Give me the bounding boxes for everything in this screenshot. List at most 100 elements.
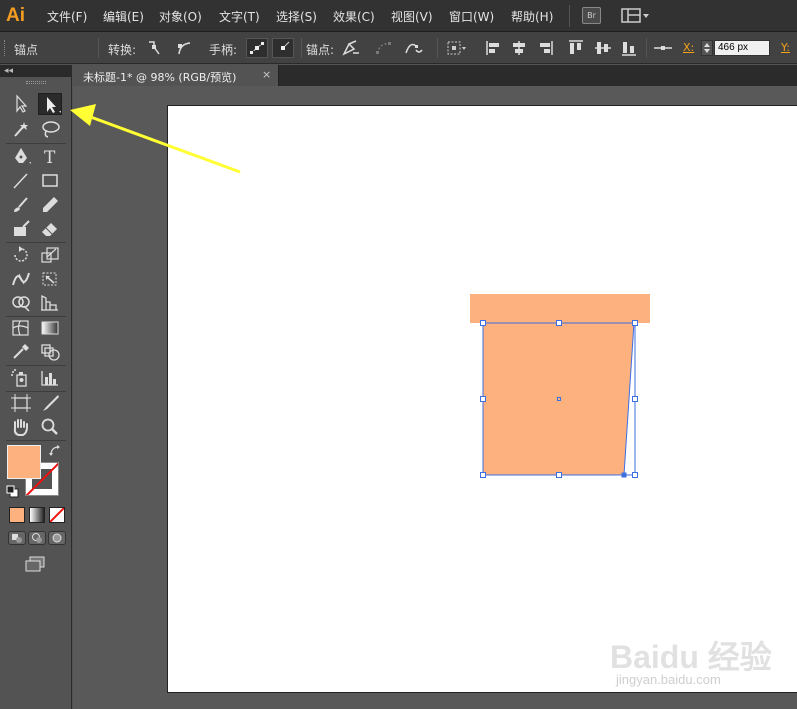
gradient-icon	[41, 321, 59, 335]
transform-reference-button[interactable]	[652, 38, 674, 58]
swap-fill-stroke-icon[interactable]	[48, 444, 62, 458]
pencil-tool[interactable]	[38, 194, 62, 216]
artboard[interactable]	[167, 105, 797, 693]
menu-type[interactable]: 文字(T)	[219, 8, 260, 25]
y-coordinate-label[interactable]: Y:	[781, 41, 790, 54]
align-bottom-button[interactable]	[618, 38, 640, 58]
selection-arrow-icon	[16, 94, 28, 113]
draw-inside-button[interactable]	[48, 531, 66, 545]
show-handles-button[interactable]	[246, 38, 268, 58]
paintbrush-tool[interactable]	[9, 194, 33, 216]
pencil-icon	[43, 197, 58, 212]
blend-tool[interactable]	[38, 341, 62, 363]
symbol-sprayer-tool[interactable]	[9, 367, 33, 389]
hide-handles-button[interactable]	[272, 38, 294, 58]
connect-anchors-button[interactable]	[373, 38, 395, 58]
align-left-button[interactable]	[483, 38, 505, 58]
align-center-button[interactable]	[508, 38, 530, 58]
menu-file[interactable]: 文件(F)	[47, 8, 87, 25]
width-tool[interactable]	[9, 268, 33, 290]
menu-window[interactable]: 窗口(W)	[449, 8, 494, 25]
menu-effect[interactable]: 效果(C)	[333, 8, 375, 25]
menu-select[interactable]: 选择(S)	[276, 8, 317, 25]
magic-wand-tool[interactable]	[9, 118, 33, 140]
scale-tool[interactable]	[38, 244, 62, 266]
gradient-tool[interactable]	[38, 317, 62, 339]
fill-color-swatch[interactable]	[7, 445, 41, 479]
none-slash-icon	[50, 508, 64, 522]
perspective-grid-tool[interactable]	[38, 292, 62, 314]
shape-builder-tool[interactable]	[9, 292, 33, 314]
workspace-switcher-button[interactable]	[621, 8, 651, 24]
isolate-group-button[interactable]	[445, 38, 467, 58]
color-mode-button[interactable]	[9, 507, 25, 523]
artboard-tool[interactable]	[9, 392, 33, 414]
paintbrush-icon	[14, 197, 28, 212]
mesh-tool[interactable]	[9, 317, 33, 339]
hand-tool[interactable]	[9, 416, 33, 438]
menu-help[interactable]: 帮助(H)	[511, 8, 553, 25]
control-separator	[437, 38, 438, 58]
document-tab[interactable]: 未标题-1* @ 98% (RGB/预览) ×	[73, 65, 279, 86]
draw-normal-button[interactable]	[8, 531, 26, 545]
menu-separator	[569, 5, 570, 27]
control-bar-grip[interactable]	[4, 40, 6, 56]
svg-text:T: T	[44, 148, 56, 167]
eraser-tool[interactable]	[38, 218, 62, 240]
align-right-button[interactable]	[534, 38, 556, 58]
selected-anchor-point[interactable]	[621, 472, 627, 478]
artwork[interactable]	[168, 106, 797, 694]
cut-path-at-anchor-button[interactable]	[403, 38, 425, 58]
mesh-icon	[12, 320, 29, 336]
free-transform-tool[interactable]	[38, 268, 62, 290]
menu-edit[interactable]: 编辑(E)	[103, 8, 144, 25]
rotate-tool[interactable]	[9, 244, 33, 266]
selection-tool[interactable]	[9, 93, 33, 115]
default-colors-icon[interactable]	[6, 485, 19, 498]
canvas-area[interactable]	[73, 86, 797, 709]
slice-tool[interactable]	[38, 392, 62, 414]
hide-handles-icon	[281, 41, 290, 50]
draw-behind-button[interactable]	[28, 531, 46, 545]
x-coordinate-input[interactable]: 466 px	[714, 40, 770, 56]
draw-inside-icon	[52, 533, 62, 543]
top-rectangle-shape[interactable]	[470, 294, 650, 323]
column-graph-tool[interactable]	[38, 367, 62, 389]
menu-view[interactable]: 视图(V)	[391, 8, 433, 25]
tools-panel: T	[0, 77, 72, 709]
lasso-tool[interactable]	[38, 118, 62, 140]
collapse-panel-icon[interactable]: ◂◂	[4, 65, 13, 77]
x-stepper[interactable]	[701, 40, 713, 56]
tools-divider	[6, 242, 66, 243]
change-screen-mode-button[interactable]	[24, 555, 46, 573]
stepper-arrows-icon	[704, 43, 710, 53]
tools-panel-grip[interactable]	[26, 81, 46, 84]
menu-object[interactable]: 对象(O)	[159, 8, 202, 25]
type-tool[interactable]: T	[38, 145, 62, 167]
convert-smooth-icon	[178, 42, 191, 55]
align-top-button[interactable]	[565, 38, 587, 58]
eyedropper-tool[interactable]	[9, 341, 33, 363]
gradient-mode-button[interactable]	[29, 507, 45, 523]
show-handles-icon	[250, 42, 264, 54]
remove-anchor-button[interactable]	[340, 38, 362, 58]
align-middle-button[interactable]	[592, 38, 614, 58]
pen-icon	[15, 148, 31, 164]
none-mode-button[interactable]	[49, 507, 65, 523]
tools-divider	[6, 143, 66, 144]
blob-brush-tool[interactable]	[9, 218, 33, 240]
x-coordinate-label[interactable]: X:	[683, 41, 694, 54]
zoom-tool[interactable]	[38, 416, 62, 438]
trapezoid-shape[interactable]	[483, 323, 634, 475]
pen-tool[interactable]	[9, 145, 33, 167]
convert-corner-icon	[149, 41, 160, 55]
connect-anchors-icon	[376, 42, 391, 54]
convert-to-smooth-button[interactable]	[174, 38, 196, 58]
convert-to-corner-button[interactable]	[143, 38, 165, 58]
rectangle-tool[interactable]	[38, 170, 62, 192]
close-tab-icon[interactable]: ×	[262, 68, 271, 81]
direct-selection-tool[interactable]	[38, 93, 62, 115]
free-transform-icon	[42, 272, 57, 286]
line-segment-tool[interactable]	[9, 170, 33, 192]
bridge-button[interactable]: Br	[582, 7, 601, 24]
